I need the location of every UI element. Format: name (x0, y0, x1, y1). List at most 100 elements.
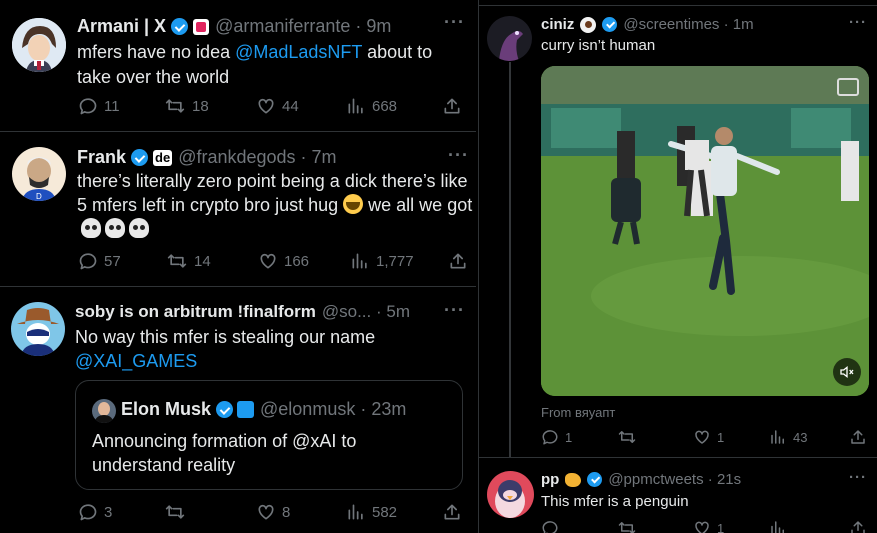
right-timeline-column: ciniz @screentimes · 1m ··· curry isn’t … (478, 0, 877, 533)
more-icon[interactable]: ··· (444, 300, 465, 321)
quoted-author-handle[interactable]: @elonmusk (260, 399, 355, 420)
more-icon[interactable]: ··· (849, 14, 867, 31)
alt-icon[interactable] (837, 78, 859, 96)
views-button[interactable]: 582 (346, 502, 397, 522)
reply-icon (542, 430, 558, 445)
skull-emoji-icon (81, 218, 101, 238)
more-icon[interactable]: ··· (444, 12, 465, 33)
affiliate-icon[interactable]: de (153, 149, 173, 166)
like-button[interactable]: 8 (256, 502, 290, 522)
author-handle[interactable]: @frankdegods (178, 147, 295, 168)
retweet-button[interactable]: 14 (166, 251, 211, 271)
retweet-button[interactable] (617, 519, 637, 533)
tweet-armani[interactable]: Armani | X @armaniferrante · 9m ··· mfer… (0, 0, 476, 132)
like-button[interactable]: 44 (256, 96, 299, 116)
retweet-button[interactable]: 18 (164, 96, 209, 116)
more-icon[interactable]: ··· (448, 145, 469, 166)
reply-count: 57 (104, 252, 121, 270)
more-icon[interactable]: ··· (849, 469, 867, 486)
avatar[interactable] (11, 302, 65, 356)
tweet-frank[interactable]: D Frank de @frankdegods · 7m ··· there’s… (0, 133, 476, 287)
author-handle[interactable]: @screentimes (623, 16, 719, 33)
retweet-count: 14 (194, 252, 211, 270)
retweet-button[interactable] (617, 428, 643, 446)
share-button[interactable] (442, 96, 462, 116)
like-count: 1 (717, 520, 725, 533)
author-handle[interactable]: @so... (322, 302, 371, 322)
avatar[interactable] (12, 18, 66, 72)
reply-icon (79, 253, 97, 270)
share-button[interactable] (448, 251, 468, 271)
retweet-icon (618, 522, 636, 533)
timestamp[interactable]: 5m (386, 302, 410, 322)
share-button[interactable] (442, 502, 462, 522)
left-timeline-column: Armani | X @armaniferrante · 9m ··· mfer… (0, 0, 476, 533)
like-icon (695, 521, 709, 533)
avatar-art-icon (12, 18, 66, 72)
author-name[interactable]: pp (541, 471, 559, 488)
tweet-text: mfers have no idea @MadLadsNFT about to … (77, 42, 433, 87)
reply-button[interactable]: 3 (78, 502, 112, 522)
tweet-ciniz[interactable]: ciniz @screentimes · 1m ··· curry isn’t … (479, 6, 877, 458)
timestamp[interactable]: 9m (366, 16, 391, 37)
views-button[interactable]: 1,777 (350, 251, 414, 271)
timestamp[interactable]: 7m (312, 147, 337, 168)
reply-button[interactable]: 11 (78, 96, 120, 116)
like-button[interactable]: 1 (693, 428, 724, 446)
tweet-soby[interactable]: soby is on arbitrum !finalform @so... · … (0, 288, 476, 533)
tweet-text: there’s literally zero point being a dic… (77, 169, 475, 241)
tweet-text: No way this mfer is stealing our name @X… (75, 325, 465, 373)
reply-button[interactable] (541, 519, 559, 533)
author-name[interactable]: Frank (77, 147, 126, 168)
embedded-video[interactable] (541, 66, 869, 396)
timestamp[interactable]: 21s (717, 471, 741, 488)
views-button[interactable]: 43 (769, 428, 807, 446)
views-count: 668 (372, 97, 398, 115)
like-count: 166 (284, 252, 310, 270)
author-handle[interactable]: @armaniferrante (215, 16, 350, 37)
mention-link[interactable]: @MadLadsNFT (235, 42, 362, 62)
like-button[interactable]: 1 (693, 519, 724, 533)
mute-button[interactable] (833, 358, 861, 386)
quoted-author-name[interactable]: Elon Musk (121, 399, 211, 420)
views-count: 582 (372, 503, 398, 521)
tweet-text: This mfer is a penguin (541, 493, 689, 510)
avatar[interactable] (487, 471, 534, 518)
avatar[interactable]: D (12, 147, 66, 201)
like-icon (695, 430, 709, 444)
avatar-art-icon: D (12, 147, 66, 201)
timestamp[interactable]: 1m (733, 16, 754, 33)
affiliate-icon[interactable] (193, 18, 210, 35)
quoted-tweet[interactable]: Elon Musk @elonmusk · 23m Announcing for… (75, 380, 463, 490)
author-handle[interactable]: @ppmctweets (608, 471, 703, 488)
video-source[interactable]: From вяуапт (541, 405, 615, 420)
author-name[interactable]: soby is on arbitrum !finalform (75, 302, 316, 322)
reply-icon (542, 521, 558, 533)
like-count: 8 (282, 503, 291, 521)
reply-button[interactable]: 1 (541, 428, 572, 446)
share-icon (450, 253, 466, 269)
tweet-pp[interactable]: pp @ppmctweets · 21s ··· This mfer is a … (479, 459, 877, 533)
author-name[interactable]: Armani | X (77, 16, 166, 37)
views-button[interactable] (769, 519, 787, 533)
retweet-icon (618, 431, 636, 443)
avatar[interactable] (92, 399, 116, 423)
views-button[interactable]: 668 (346, 96, 397, 116)
retweet-icon (165, 505, 185, 519)
reply-button[interactable]: 57 (78, 251, 121, 271)
like-button[interactable]: 166 (258, 251, 309, 271)
author-name[interactable]: ciniz (541, 16, 574, 33)
verified-badge-icon (587, 472, 603, 487)
views-count: 1,777 (376, 252, 414, 270)
skull-emoji-icon (105, 218, 125, 238)
avatar-art-icon (92, 399, 116, 423)
views-count: 43 (793, 429, 808, 445)
quoted-timestamp[interactable]: 23m (371, 399, 406, 420)
avatar[interactable] (487, 16, 532, 61)
quoted-tweet-text: Announcing formation of @xAI to understa… (92, 431, 357, 475)
share-button[interactable] (849, 519, 867, 533)
retweet-button[interactable] (164, 502, 192, 522)
share-button[interactable] (849, 428, 867, 446)
mention-link[interactable]: @XAI_GAMES (75, 349, 465, 373)
affiliate-icon[interactable] (237, 401, 255, 418)
